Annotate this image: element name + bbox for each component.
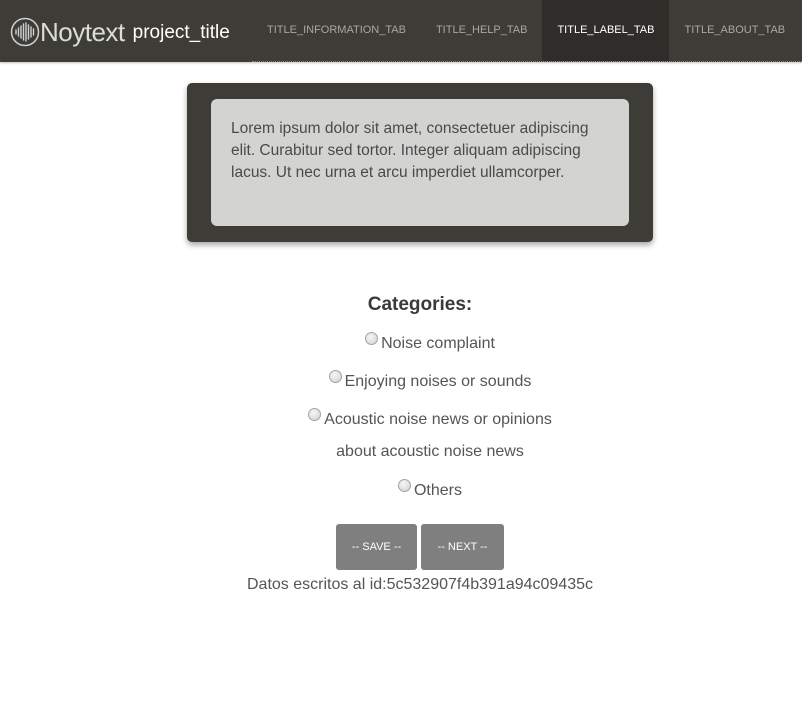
radio-button[interactable]	[397, 479, 411, 492]
tab-about[interactable]: TITLE_ABOUT_TAB	[669, 0, 800, 61]
project-title: project_title	[132, 21, 230, 43]
tab-information[interactable]: TITLE_INFORMATION_TAB	[252, 0, 421, 61]
radio-button[interactable]	[365, 332, 379, 345]
action-buttons: -- SAVE -- -- NEXT --	[336, 524, 504, 570]
tab-bar: TITLE_INFORMATION_TAB TITLE_HELP_TAB TIT…	[252, 0, 802, 62]
text-to-label: Lorem ipsum dolor sit amet, consectetuer…	[211, 99, 629, 226]
category-option-enjoying-noises[interactable]: Enjoying noises or sounds	[0, 368, 802, 406]
top-navbar: Noytext project_title TITLE_INFORMATION_…	[0, 0, 802, 62]
category-option-sublabel: about acoustic noise news	[336, 443, 524, 460]
category-option-label: Enjoying noises or sounds	[344, 373, 532, 390]
categories-title: Categories:	[367, 294, 473, 315]
radio-button[interactable]	[308, 408, 322, 421]
radio-button[interactable]	[328, 370, 342, 383]
category-option-label: Noise complaint	[381, 335, 495, 352]
category-option-label: Others	[413, 482, 462, 499]
save-button[interactable]: -- SAVE --	[336, 524, 417, 570]
category-option-others[interactable]: Others	[0, 477, 802, 507]
tab-label[interactable]: TITLE_LABEL_TAB	[542, 0, 670, 61]
tab-help[interactable]: TITLE_HELP_TAB	[421, 0, 543, 61]
next-button[interactable]: -- NEXT --	[421, 524, 504, 570]
category-options: Noise complaint Enjoying noises or sound…	[0, 330, 802, 507]
status-message: Datos escritos al id:5c532907f4b391a94c0…	[246, 576, 594, 593]
category-option-label: Acoustic noise news or opinions	[324, 411, 552, 428]
brand-name: Noytext	[40, 16, 125, 47]
category-option-noise-complaint[interactable]: Noise complaint	[0, 330, 802, 368]
soundwave-icon	[10, 17, 40, 47]
text-card: Lorem ipsum dolor sit amet, consectetuer…	[187, 83, 653, 242]
category-option-acoustic-news[interactable]: Acoustic noise news or opinions	[0, 406, 802, 439]
brand[interactable]: Noytext project_title	[10, 14, 230, 50]
